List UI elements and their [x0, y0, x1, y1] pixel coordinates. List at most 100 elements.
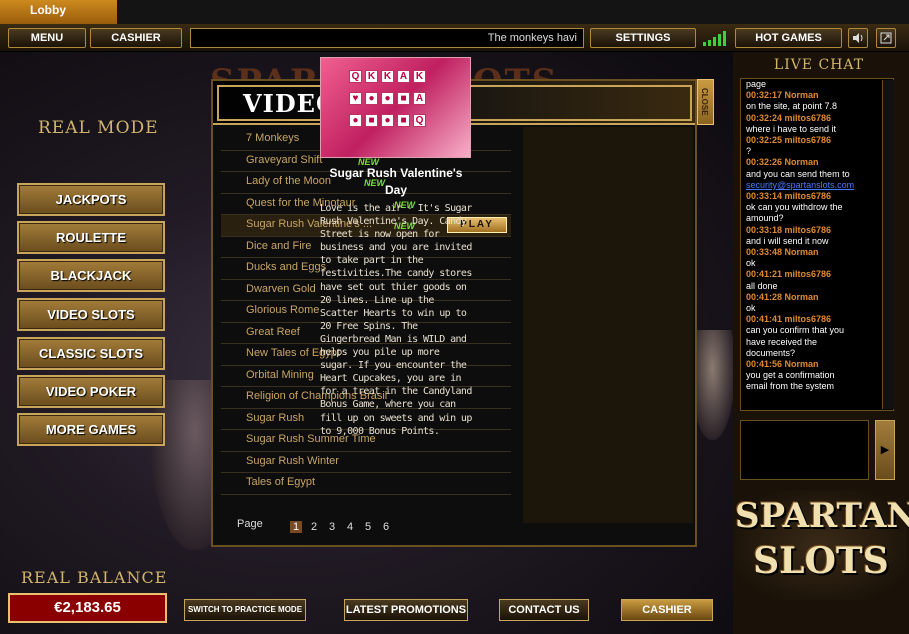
balance-label: REAL BALANCE: [21, 568, 168, 587]
logo-line1: SPARTAN: [735, 496, 909, 536]
fullscreen-icon: [880, 32, 892, 44]
chat-log: page 00:32:17 Norman on the site, at point…: [740, 78, 894, 411]
menu-button[interactable]: MENU: [8, 28, 86, 48]
chat-message: you get a confirmation: [746, 370, 835, 381]
game-name: Graveyard Shift: [246, 153, 323, 166]
game-name: Dwarven Gold: [246, 282, 316, 295]
game-name: Ducks and Eggs: [246, 261, 327, 273]
reel-symbol: Q: [349, 70, 362, 83]
news-ticker: The monkeys havi: [190, 28, 584, 48]
chat-link[interactable]: security@spartanslots.com: [741, 180, 881, 191]
chat-scrollbar[interactable]: [882, 80, 894, 409]
game-thumbnail[interactable]: Q K K A K ♥ ● ● ■ A ● ■ ● ■ Q: [320, 57, 471, 158]
chat-message: have received the: [746, 336, 818, 347]
chat-timestamp-author: 00:33:48 Norman: [746, 247, 819, 258]
reel-symbol: ●: [381, 92, 394, 105]
chat-message: can you confirm that you: [746, 325, 845, 336]
page-link[interactable]: 6: [380, 521, 392, 533]
cashier-top-button[interactable]: CASHIER: [90, 28, 182, 48]
reel-symbol: A: [397, 70, 410, 83]
settings-button[interactable]: SETTINGS: [590, 28, 696, 48]
game-list-item[interactable]: Sugar Rush Winter: [221, 452, 511, 473]
sidebar-item-classic-slots[interactable]: CLASSIC SLOTS: [17, 337, 165, 370]
chat-message: and you can send them to: [746, 168, 850, 179]
page-link[interactable]: 4: [344, 521, 356, 533]
page-link[interactable]: 5: [362, 521, 374, 533]
balance-value: €2,183.65: [8, 593, 167, 623]
sidebar-item-video-slots[interactable]: VIDEO SLOTS: [17, 298, 165, 331]
chat-message: ok can you withdrow the: [746, 202, 843, 213]
chat-timestamp-author: 00:32:24 miltos6786: [746, 112, 832, 123]
reel-symbol: K: [413, 70, 426, 83]
game-name: 7 Monkeys: [246, 132, 300, 144]
chat-message: and i will send it now: [746, 235, 829, 246]
chat-timestamp-author: 00:32:25 miltos6786: [746, 135, 832, 146]
page-link[interactable]: 3: [326, 521, 338, 533]
reel-symbol: ♥: [349, 92, 362, 105]
cashier-bottom-button[interactable]: CASHIER: [621, 599, 713, 621]
chat-timestamp-author: 00:41:28 Norman: [746, 291, 819, 302]
game-name: Great Reef: [246, 325, 300, 338]
practice-mode-button[interactable]: SWITCH TO PRACTICE MODE: [184, 599, 306, 621]
fullscreen-toggle[interactable]: [876, 28, 896, 48]
sidebar-item-more-games[interactable]: MORE GAMES: [17, 413, 165, 446]
lobby-tab[interactable]: Lobby: [0, 0, 117, 24]
chat-message: ?: [746, 146, 752, 157]
dialog-close-button[interactable]: CLOSE: [697, 79, 714, 125]
reel-symbol: ●: [365, 92, 378, 105]
game-name: Tales of Egypt: [246, 476, 316, 488]
chat-timestamp-author: 00:41:41 miltos6786: [746, 314, 832, 325]
chat-timestamp-author: 00:33:14 miltos6786: [746, 191, 832, 202]
reel-symbol: K: [365, 70, 378, 83]
chat-send-button[interactable]: ▶: [875, 420, 895, 480]
chat-title: LIVE CHAT: [773, 57, 865, 73]
title-bar: [0, 0, 909, 24]
chat-message: on the site, at point 7.8: [746, 101, 838, 112]
chat-input[interactable]: [740, 420, 869, 480]
chat-timestamp-author: 00:41:21 miltos6786: [746, 269, 832, 280]
sidebar-item-roulette[interactable]: ROULETTE: [17, 221, 165, 254]
brand-logo: SPARTAN SLOTS: [735, 490, 909, 600]
reel-symbol: ■: [397, 114, 410, 127]
page-link[interactable]: 1: [290, 521, 302, 533]
reel-symbol: ■: [365, 114, 378, 127]
chat-message: ok: [746, 258, 756, 269]
game-name: Dice and Fire: [246, 239, 312, 252]
logo-line2: SLOTS: [753, 540, 889, 582]
arrow-right-icon: ▶: [880, 444, 890, 456]
game-name: Sugar Rush Winter: [246, 454, 339, 467]
game-name: Glorious Rome: [246, 304, 320, 316]
chat-timestamp-author: 00:33:18 miltos6786: [746, 224, 832, 235]
reel-symbol: ●: [381, 114, 394, 127]
signal-strength-icon: [703, 31, 726, 46]
game-detail-description: Love is the air - It's Sugar Rush Valent…: [320, 203, 472, 437]
chat-message: email from the system: [746, 381, 835, 392]
pager-label: Page: [237, 518, 263, 530]
chat-message: page: [746, 79, 767, 89]
sidebar-item-jackpots[interactable]: JACKPOTS: [17, 183, 165, 216]
contact-us-button[interactable]: CONTACT US: [499, 599, 589, 621]
chat-message: where i have to send it: [746, 123, 837, 134]
chat-message: amound?: [746, 213, 784, 224]
reel-symbol: Q: [413, 114, 426, 127]
chat-message: all done: [746, 280, 778, 291]
game-list-item[interactable]: Tales of Egypt: [221, 473, 511, 495]
sidebar-item-video-poker[interactable]: VIDEO POKER: [17, 375, 165, 408]
sound-toggle[interactable]: [848, 28, 868, 48]
game-detail-title: Sugar Rush Valentine's Day: [329, 166, 463, 197]
chat-timestamp-author: 00:41:56 Norman: [746, 359, 819, 370]
reel-symbol: K: [381, 70, 394, 83]
latest-promotions-button[interactable]: LATEST PROMOTIONS: [344, 599, 468, 621]
chat-timestamp-author: 00:32:26 Norman: [746, 157, 819, 168]
chat-message: documents?: [746, 347, 796, 358]
reel-symbol: ●: [349, 114, 362, 127]
reel-symbol: A: [413, 92, 426, 105]
sidebar-item-blackjack[interactable]: BLACKJACK: [17, 259, 165, 292]
game-detail-panel: [523, 127, 693, 523]
game-name: Sugar Rush: [246, 411, 305, 424]
mode-label: REAL MODE: [38, 118, 159, 138]
chat-message: ok: [746, 303, 756, 314]
hot-games-button[interactable]: HOT GAMES: [735, 28, 842, 48]
reel-symbol: ■: [397, 92, 410, 105]
page-link[interactable]: 2: [308, 521, 320, 533]
